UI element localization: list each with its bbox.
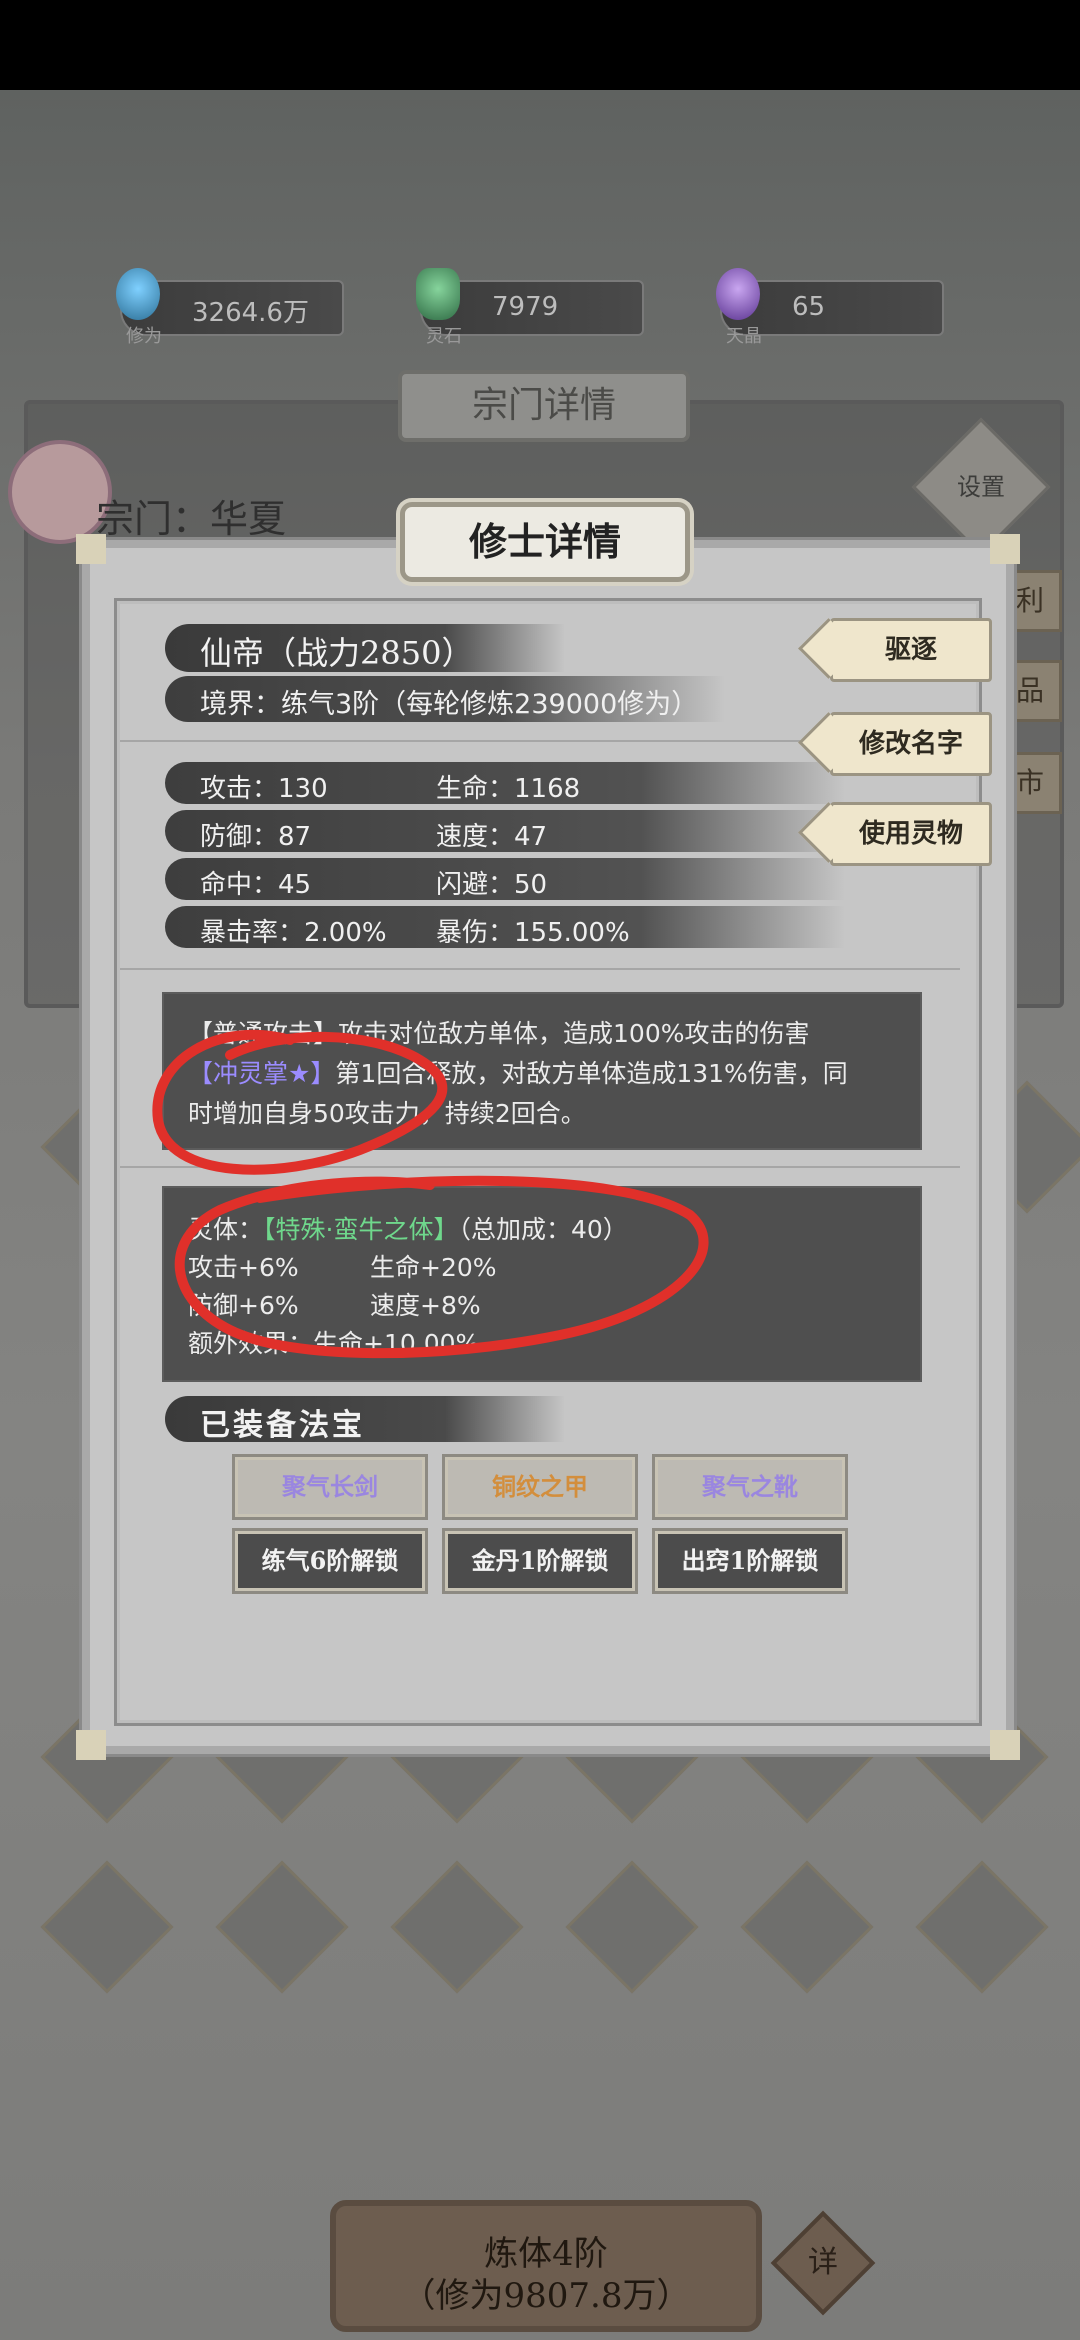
status-bar <box>0 0 1080 90</box>
stat-hp: 生命：1168 <box>436 774 581 804</box>
locked-equipment-slot[interactable]: 练气6阶解锁 <box>232 1528 428 1594</box>
locked-equipment-slot[interactable]: 出窍1阶解锁 <box>652 1528 848 1594</box>
use-spirit-item-button[interactable]: 使用灵物 <box>830 802 992 866</box>
divider <box>120 1166 960 1168</box>
expel-label: 驱逐 <box>884 635 937 665</box>
spirit-body-hp: 生命+20% <box>370 1253 497 1282</box>
stat-speed: 速度：47 <box>436 822 548 852</box>
stat-crit-rate: 暴击率：2.00% <box>200 918 387 948</box>
spirit-stone-resource: 7979 灵石 <box>416 268 644 347</box>
skill-special-name: 【冲灵掌★】 <box>188 1059 336 1088</box>
equipment-slot-armor[interactable]: 铜纹之甲 <box>442 1454 638 1520</box>
spirit-body-extra: 额外效果：生命+10.00% <box>188 1329 480 1358</box>
stat-defense: 防御：87 <box>200 822 312 852</box>
sky-crystal-resource: 65 天晶 <box>716 268 944 347</box>
sect-details-title: 宗门详情 <box>398 370 690 442</box>
locked-slot[interactable] <box>915 1860 1049 1994</box>
sky-crystal-orb-icon <box>716 268 760 320</box>
spirit-body-label: 灵体： <box>188 1215 264 1244</box>
body-refining-cost: （修为9807.8万） <box>401 2276 691 2316</box>
rename-label: 修改名字 <box>858 729 963 759</box>
spirit-stone-caption: 灵石 <box>426 326 462 347</box>
corner-ornament <box>76 1730 106 1760</box>
modal-title: 修士详情 <box>400 502 690 582</box>
spirit-body-speed: 速度+8% <box>370 1291 481 1320</box>
cultivation-value: 3264.6万 <box>192 298 309 328</box>
divider <box>120 968 960 970</box>
sky-crystal-caption: 天晶 <box>726 326 762 347</box>
sky-crystal-value: 65 <box>792 292 826 322</box>
locked-slot[interactable] <box>390 1860 524 1994</box>
locked-equipment-slot[interactable]: 金丹1阶解锁 <box>442 1528 638 1594</box>
skill-special-desc-cont: 时增加自身50攻击力，持续2回合。 <box>188 1099 586 1128</box>
cultivation-resource: 3264.6万 修为 <box>116 268 344 347</box>
spirit-stone-value: 7979 <box>492 292 559 322</box>
spirit-stone-crystal-icon <box>416 268 460 320</box>
equipment-title: 已装备法宝 <box>200 1408 365 1443</box>
corner-ornament <box>990 1730 1020 1760</box>
skill-normal-attack: 【普通攻击】攻击对位敌方单体，造成100%攻击的伤害 <box>188 1019 810 1048</box>
spirit-body-attack: 攻击+6% <box>188 1253 299 1282</box>
skills-box: 【普通攻击】攻击对位敌方单体，造成100%攻击的伤害 【冲灵掌★】第1回合释放，… <box>162 992 922 1150</box>
use-spirit-item-label: 使用灵物 <box>858 819 963 849</box>
spirit-body-type: 【特殊·蛮牛之体】 <box>263 1215 459 1244</box>
sect-name: 宗门：华夏 <box>96 497 287 541</box>
cultivator-realm: 境界：练气3阶（每轮修炼239000修为） <box>200 689 699 720</box>
spirit-body-bonus: （总加成：40） <box>458 1215 628 1244</box>
locked-slot[interactable] <box>215 1860 349 1994</box>
detail-label: 详 <box>808 2245 838 2280</box>
corner-ornament <box>990 534 1020 564</box>
stat-evasion: 闪避：50 <box>436 870 548 900</box>
spirit-body-line: 灵体：【特殊·蛮牛之体】（总加成：40） <box>188 1210 628 1246</box>
corner-ornament <box>76 534 106 564</box>
spirit-body-box: 灵体：【特殊·蛮牛之体】（总加成：40） 攻击+6% 生命+20% 防御+6% … <box>162 1186 922 1382</box>
locked-slot[interactable] <box>565 1860 699 1994</box>
stat-attack: 攻击：130 <box>200 774 328 804</box>
equipment-slot-weapon[interactable]: 聚气长剑 <box>232 1454 428 1520</box>
cultivation-flame-icon <box>116 268 160 320</box>
equipment-slot-boots[interactable]: 聚气之靴 <box>652 1454 848 1520</box>
spirit-body-defense: 防御+6% <box>188 1291 299 1320</box>
rename-button[interactable]: 修改名字 <box>830 712 992 776</box>
cultivation-caption: 修为 <box>126 326 162 347</box>
settings-label: 设置 <box>957 473 1005 501</box>
expel-button[interactable]: 驱逐 <box>830 618 992 682</box>
stat-crit-damage: 暴伤：155.00% <box>436 918 630 948</box>
locked-slot[interactable] <box>740 1860 874 1994</box>
skill-special: 【冲灵掌★】第1回合释放，对敌方单体造成131%伤害，同 <box>188 1054 848 1090</box>
body-refining-button[interactable]: 炼体4阶 （修为9807.8万） <box>330 2200 762 2332</box>
locked-slot[interactable] <box>40 1860 174 1994</box>
stat-accuracy: 命中：45 <box>200 870 312 900</box>
skill-special-desc: 第1回合释放，对敌方单体造成131%伤害，同 <box>335 1059 848 1088</box>
cultivator-name: 仙帝（战力2850） <box>200 634 474 672</box>
disciple-slot-row <box>40 1860 1049 2010</box>
